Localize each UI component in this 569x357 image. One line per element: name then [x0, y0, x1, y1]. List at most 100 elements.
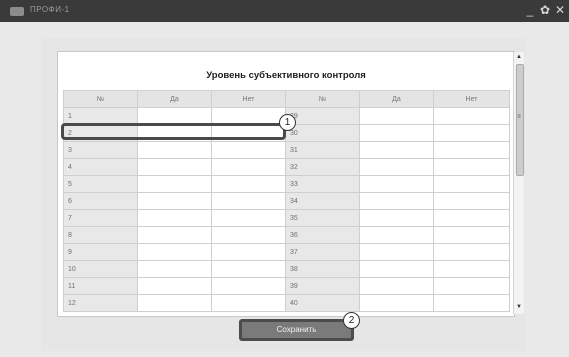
- answer-no-cell[interactable]: [433, 243, 510, 261]
- table-header-row: № Да Нет № Да Нет: [63, 90, 510, 108]
- column-header-number: №: [285, 90, 360, 108]
- table-row: 7 35: [63, 209, 510, 227]
- answer-yes-cell[interactable]: [359, 158, 434, 176]
- close-icon[interactable]: ✕: [555, 3, 565, 17]
- answer-yes-cell[interactable]: [359, 226, 434, 244]
- minimize-icon[interactable]: _: [525, 3, 535, 17]
- question-number-cell: 12: [63, 294, 138, 312]
- question-number-cell: 34: [285, 192, 360, 210]
- answer-no-cell[interactable]: [211, 141, 286, 159]
- answer-no-cell[interactable]: [433, 260, 510, 278]
- question-number-cell: 6: [63, 192, 138, 210]
- answer-no-cell[interactable]: [433, 124, 510, 142]
- answer-yes-cell[interactable]: [359, 260, 434, 278]
- table-row: 10 38: [63, 260, 510, 278]
- answer-yes-cell[interactable]: [359, 294, 434, 312]
- table-row: 8 36: [63, 226, 510, 244]
- settings-icon[interactable]: ✿: [540, 3, 550, 17]
- answer-no-cell[interactable]: [211, 294, 286, 312]
- answer-yes-cell[interactable]: [359, 243, 434, 261]
- answer-no-cell[interactable]: [211, 158, 286, 176]
- question-number-cell: 3: [63, 141, 138, 159]
- vertical-scrollbar[interactable]: ▲ ≡ ▼: [513, 52, 524, 314]
- answer-no-cell[interactable]: [433, 277, 510, 295]
- answer-no-cell[interactable]: [211, 107, 286, 125]
- question-number-cell: 4: [63, 158, 138, 176]
- question-number-cell: 9: [63, 243, 138, 261]
- title-bar: ПРОФИ-1 _ ✿ ✕: [0, 0, 569, 22]
- answer-yes-cell[interactable]: [359, 141, 434, 159]
- answer-yes-cell[interactable]: [359, 209, 434, 227]
- answer-no-cell[interactable]: [211, 226, 286, 244]
- question-number-cell: 10: [63, 260, 138, 278]
- table-row: 3 31: [63, 141, 510, 159]
- answer-no-cell[interactable]: [433, 226, 510, 244]
- question-number-cell: 7: [63, 209, 138, 227]
- question-number-cell: 1: [63, 107, 138, 125]
- answer-no-cell[interactable]: [433, 141, 510, 159]
- answer-no-cell[interactable]: [211, 260, 286, 278]
- answer-yes-cell[interactable]: [359, 277, 434, 295]
- question-number-cell: 39: [285, 277, 360, 295]
- answer-yes-cell[interactable]: [359, 192, 434, 210]
- question-number-cell: 11: [63, 277, 138, 295]
- answer-yes-cell[interactable]: [137, 141, 212, 159]
- app-icon: [10, 7, 24, 16]
- scrollbar-thumb[interactable]: [516, 64, 524, 176]
- callout-badge-2: 2: [343, 312, 360, 329]
- answer-yes-cell[interactable]: [359, 175, 434, 193]
- answer-no-cell[interactable]: [211, 192, 286, 210]
- questionnaire-panel: Уровень субъективного контроля № Да Нет …: [57, 51, 515, 317]
- table-row: 9 37: [63, 243, 510, 261]
- question-number-cell: 32: [285, 158, 360, 176]
- scroll-down-icon[interactable]: ▼: [514, 304, 524, 310]
- question-number-cell: 30: [285, 124, 360, 142]
- question-number-cell: 38: [285, 260, 360, 278]
- answer-yes-cell[interactable]: [137, 209, 212, 227]
- answer-yes-cell[interactable]: [359, 124, 434, 142]
- answer-no-cell[interactable]: [433, 209, 510, 227]
- answer-no-cell[interactable]: [433, 158, 510, 176]
- question-number-cell: 29: [285, 107, 360, 125]
- question-number-cell: 40: [285, 294, 360, 312]
- answer-yes-cell[interactable]: [359, 107, 434, 125]
- answer-no-cell[interactable]: [211, 209, 286, 227]
- column-header-yes: Да: [137, 90, 212, 108]
- answer-yes-cell[interactable]: [137, 192, 212, 210]
- answer-no-cell[interactable]: [211, 175, 286, 193]
- answer-no-cell[interactable]: [211, 243, 286, 261]
- answer-yes-cell[interactable]: [137, 175, 212, 193]
- answer-no-cell[interactable]: [433, 192, 510, 210]
- answer-yes-cell[interactable]: [137, 294, 212, 312]
- table-row: 11 39: [63, 277, 510, 295]
- answer-yes-cell[interactable]: [137, 260, 212, 278]
- table-row: 6 34: [63, 192, 510, 210]
- answer-yes-cell[interactable]: [137, 158, 212, 176]
- question-number-cell: 37: [285, 243, 360, 261]
- row-2-highlight: [61, 123, 286, 140]
- column-header-no: Нет: [433, 90, 510, 108]
- answer-yes-cell[interactable]: [137, 107, 212, 125]
- question-number-cell: 5: [63, 175, 138, 193]
- answer-no-cell[interactable]: [211, 277, 286, 295]
- answer-yes-cell[interactable]: [137, 277, 212, 295]
- answer-yes-cell[interactable]: [137, 226, 212, 244]
- question-number-cell: 8: [63, 226, 138, 244]
- answer-yes-cell[interactable]: [137, 243, 212, 261]
- scroll-up-icon[interactable]: ▲: [514, 54, 524, 60]
- question-number-cell: 33: [285, 175, 360, 193]
- column-header-yes: Да: [359, 90, 434, 108]
- table-row: 4 32: [63, 158, 510, 176]
- callout-badge-1: 1: [279, 114, 296, 131]
- scrollbar-grip-icon: ≡: [517, 114, 521, 120]
- save-button[interactable]: Сохранить: [239, 319, 354, 341]
- question-number-cell: 35: [285, 209, 360, 227]
- column-header-no: Нет: [211, 90, 286, 108]
- window-controls: _ ✿ ✕: [525, 3, 565, 17]
- answer-no-cell[interactable]: [433, 294, 510, 312]
- question-number-cell: 36: [285, 226, 360, 244]
- question-number-cell: 31: [285, 141, 360, 159]
- answer-no-cell[interactable]: [433, 175, 510, 193]
- window-title: ПРОФИ-1: [30, 5, 70, 14]
- answer-no-cell[interactable]: [433, 107, 510, 125]
